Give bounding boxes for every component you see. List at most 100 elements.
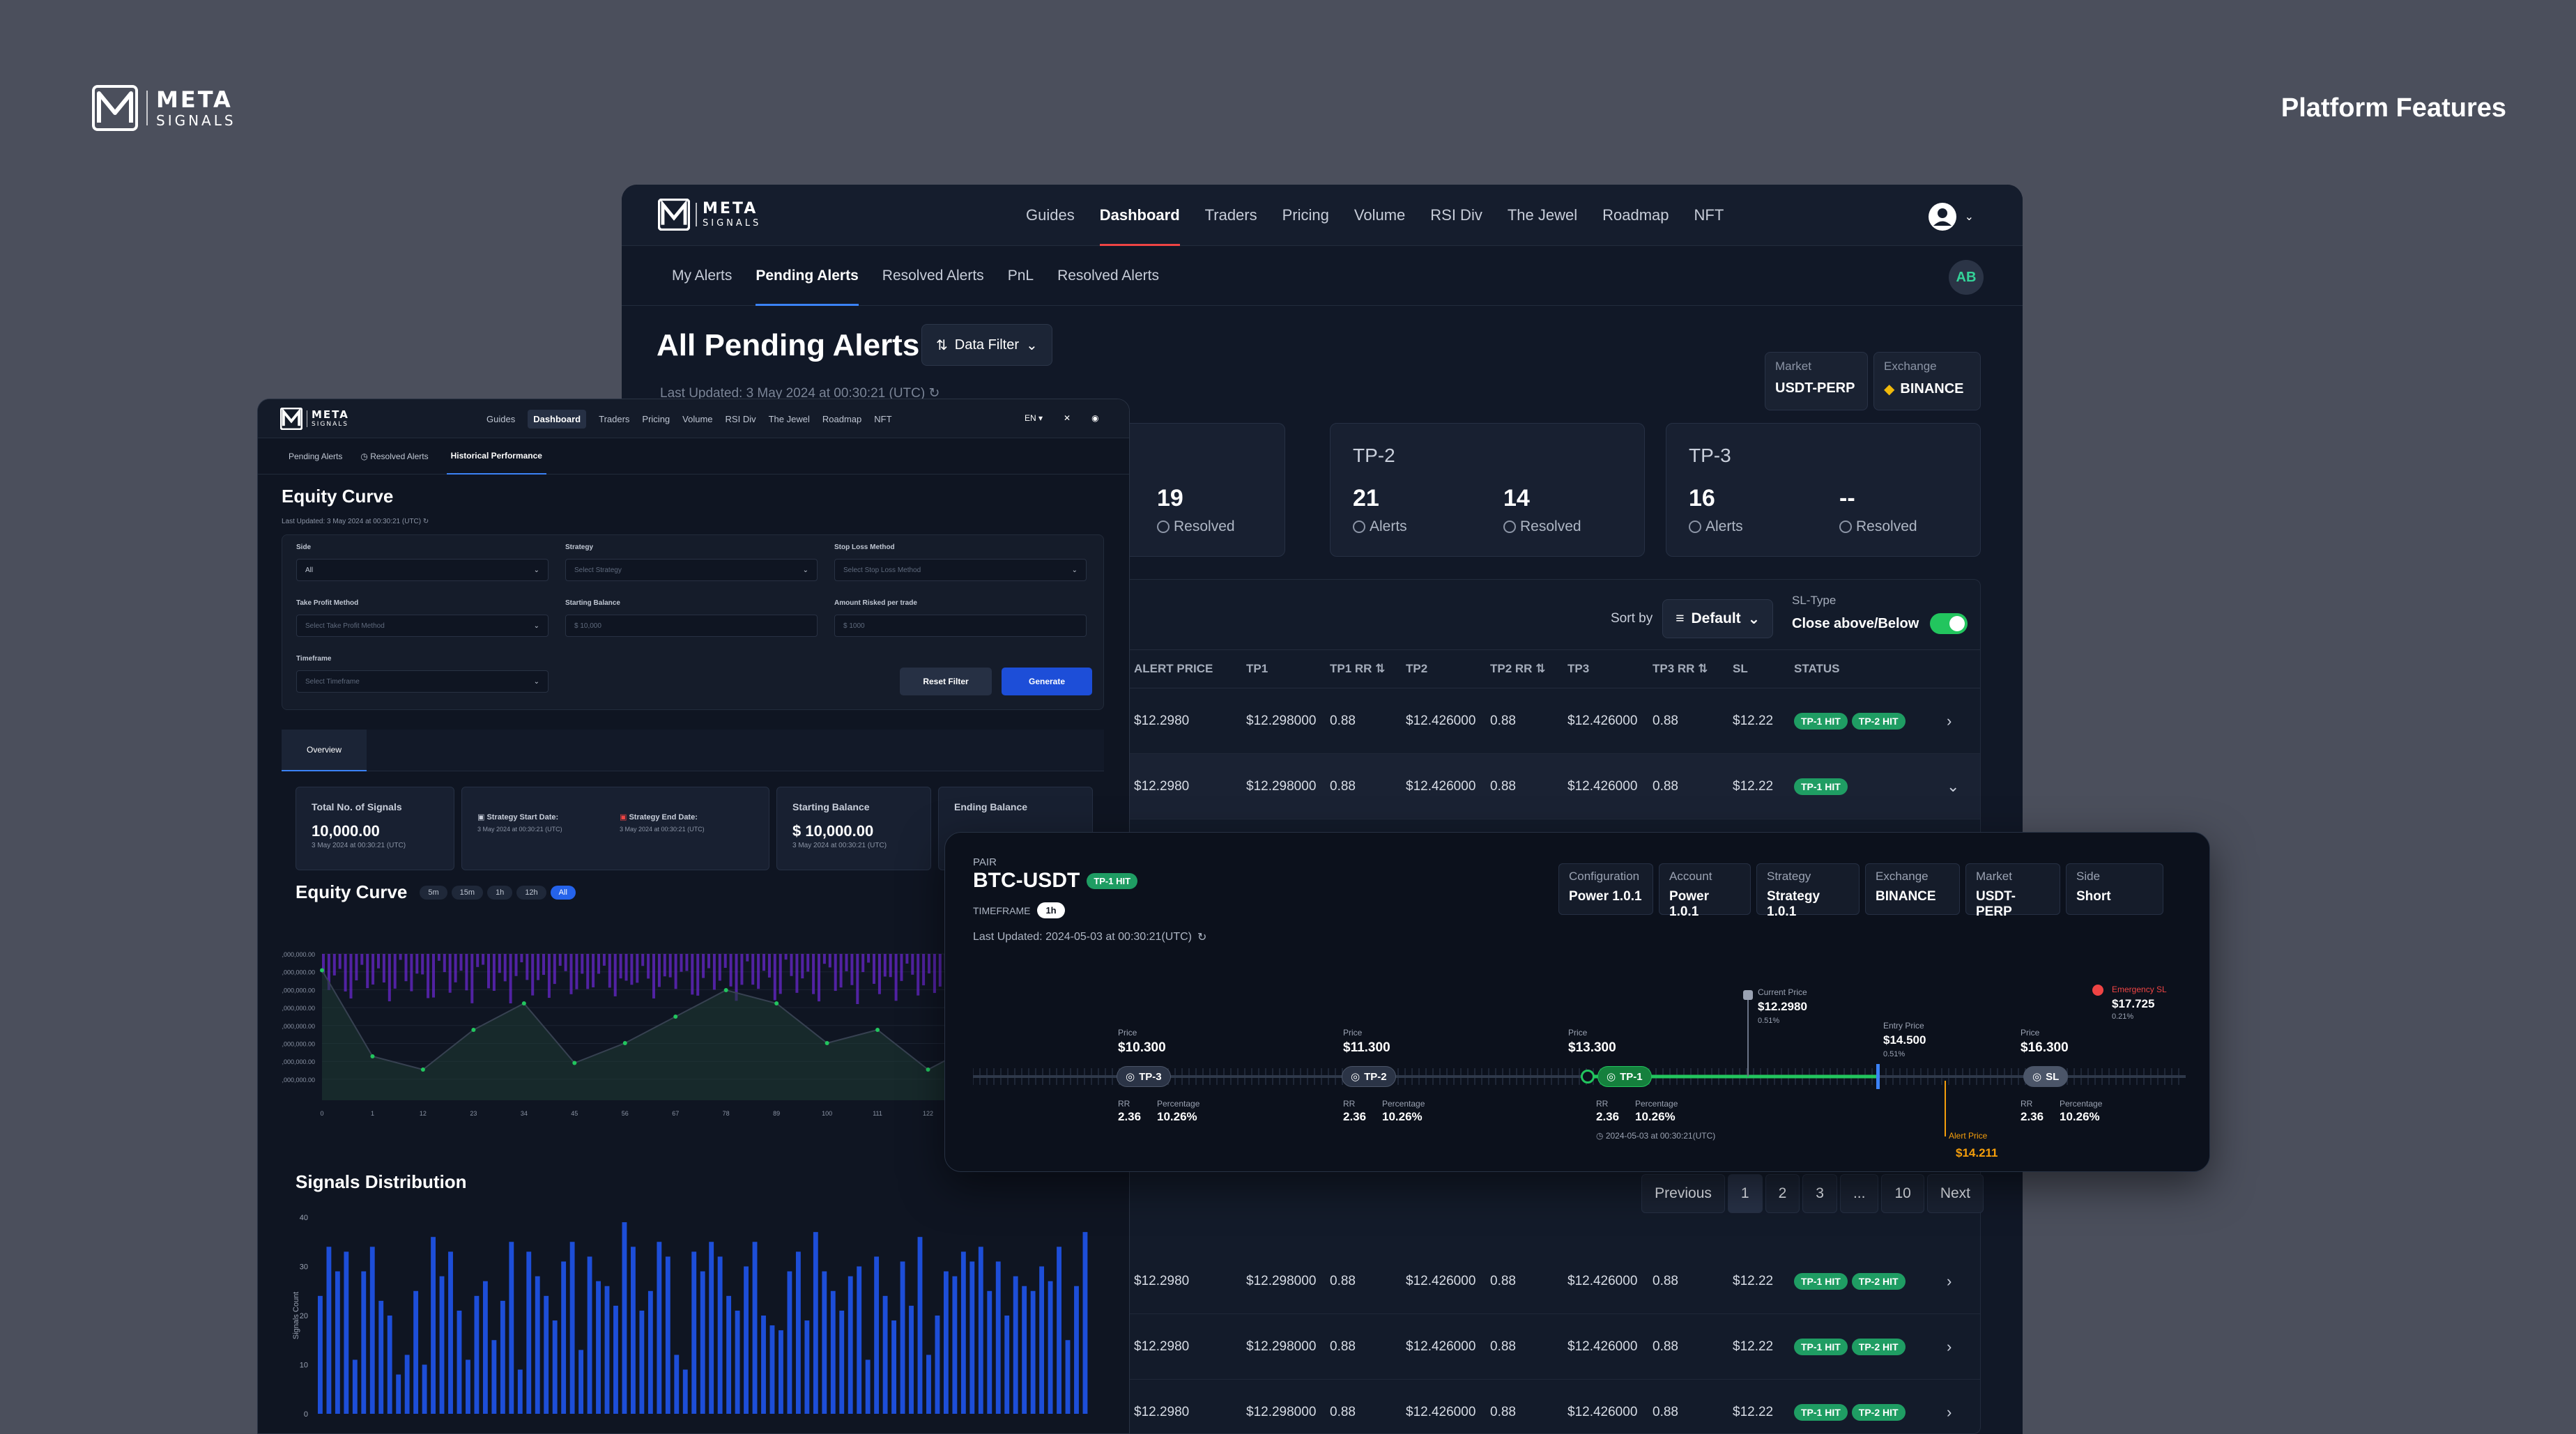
- tab-pending-alerts[interactable]: Pending Alerts: [289, 452, 342, 461]
- nav-volume[interactable]: Volume: [682, 414, 712, 424]
- sort-icon[interactable]: ⇅: [1375, 662, 1385, 676]
- nav-rsi-div[interactable]: RSI Div: [1430, 185, 1482, 246]
- tab-pnl[interactable]: PnL: [1008, 246, 1034, 306]
- timeframe-value: 1h: [1037, 902, 1065, 918]
- status-badge: TP-1 HIT: [1794, 1403, 1848, 1421]
- chip-all[interactable]: All: [550, 885, 576, 900]
- data-filter-button[interactable]: ⇅ Data Filter ⌄: [921, 324, 1052, 366]
- pager-page-3[interactable]: 3: [1802, 1174, 1837, 1213]
- discord-icon[interactable]: ◉: [1091, 413, 1098, 423]
- y-tick-label: 1,000,000.00: [282, 1058, 315, 1065]
- volume-bar: [779, 954, 782, 994]
- pager-page-10[interactable]: 10: [1881, 1174, 1924, 1213]
- strategy-select[interactable]: Select Strategy ⌄: [565, 559, 818, 581]
- bar: [795, 1251, 801, 1414]
- nav-guides[interactable]: Guides: [1026, 185, 1075, 246]
- nav-roadmap[interactable]: Roadmap: [1602, 185, 1669, 246]
- x-twitter-icon[interactable]: ✕: [1064, 413, 1071, 423]
- tab-resolved-alerts-2[interactable]: Resolved Alerts: [1057, 246, 1159, 306]
- timeframe-select[interactable]: Select Timeframe ⌄: [296, 670, 549, 693]
- volume-bar: [900, 954, 903, 981]
- user-menu[interactable]: ⌄: [1927, 201, 1974, 232]
- take-profit-method-select[interactable]: Select Take Profit Method ⌄: [296, 615, 549, 637]
- navbar-logo[interactable]: META SIGNALS: [658, 199, 761, 231]
- stop-loss-method-select[interactable]: Select Stop Loss Method ⌄: [834, 559, 1087, 581]
- tab-pending-alerts[interactable]: Pending Alerts: [756, 246, 859, 306]
- cell-tp3: $12.426000: [1567, 778, 1638, 794]
- col-sl[interactable]: SL: [1733, 650, 1748, 688]
- tp3-pill[interactable]: ◎ TP-3: [1117, 1066, 1171, 1087]
- nav-pricing[interactable]: Pricing: [642, 414, 670, 424]
- nav-roadmap[interactable]: Roadmap: [822, 414, 861, 424]
- refresh-icon[interactable]: ↻: [1197, 930, 1206, 944]
- sort-select[interactable]: ≡ Default ⌄: [1662, 599, 1774, 638]
- chevron-right-icon[interactable]: ›: [1947, 1380, 1952, 1434]
- col-status[interactable]: STATUS: [1794, 650, 1839, 688]
- reset-filter-button[interactable]: Reset Filter: [900, 668, 992, 695]
- nav-traders[interactable]: Traders: [1205, 185, 1257, 246]
- chevron-right-icon[interactable]: ›: [1947, 1249, 1952, 1313]
- refresh-icon[interactable]: ↻: [423, 518, 429, 525]
- tab-historical-performance[interactable]: Historical Performance: [446, 438, 546, 475]
- market-value: USDT-PERP: [1775, 380, 1855, 396]
- nav-nft[interactable]: NFT: [874, 414, 891, 424]
- volume-bar: [652, 954, 655, 999]
- amount-risked-input[interactable]: $ 1000: [834, 615, 1087, 637]
- chip-15m[interactable]: 15m: [451, 885, 484, 900]
- nav-volume[interactable]: Volume: [1354, 185, 1405, 246]
- tab-resolved-alerts[interactable]: ◷ Resolved Alerts: [360, 452, 428, 461]
- nav-pricing[interactable]: Pricing: [1282, 185, 1329, 246]
- col-tp1-rr[interactable]: TP1 RR: [1330, 662, 1372, 676]
- sl-type-toggle[interactable]: [1930, 613, 1968, 634]
- tp2-pill[interactable]: ◎ TP-2: [1342, 1066, 1396, 1087]
- nav-traders[interactable]: Traders: [599, 414, 629, 424]
- timeframe-label: TIMEFRAME: [973, 904, 1031, 916]
- volume-bar: [674, 954, 677, 989]
- volume-bar: [806, 954, 810, 972]
- tp1-resolved-label: Resolved: [1174, 518, 1235, 534]
- nav-the-jewel[interactable]: The Jewel: [769, 414, 810, 424]
- pager-page-1[interactable]: 1: [1727, 1174, 1763, 1213]
- tp1-pill[interactable]: ◎ TP-1: [1597, 1066, 1652, 1087]
- sort-icon[interactable]: ⇅: [1698, 662, 1708, 676]
- col-tp3-rr[interactable]: TP3 RR: [1653, 662, 1694, 676]
- chip-1h[interactable]: 1h: [487, 885, 513, 900]
- bar: [1048, 1281, 1053, 1414]
- tab-overview[interactable]: Overview: [282, 730, 367, 771]
- chevron-right-icon[interactable]: ›: [1947, 688, 1952, 753]
- col-tp3[interactable]: TP3: [1567, 650, 1589, 688]
- nav-rsi-div[interactable]: RSI Div: [726, 414, 756, 424]
- info-strategy: Strategy Strategy 1.0.1: [1756, 863, 1860, 919]
- tab-my-alerts[interactable]: My Alerts: [672, 246, 732, 306]
- col-alert-price[interactable]: ALERT PRICE: [1134, 650, 1213, 688]
- starting-balance-input[interactable]: $ 10,000: [565, 615, 818, 637]
- chip-12h[interactable]: 12h: [516, 885, 546, 900]
- chevron-right-icon[interactable]: ›: [1947, 1314, 1952, 1379]
- col-tp2-rr[interactable]: TP2 RR: [1490, 662, 1532, 676]
- generate-button[interactable]: Generate: [1002, 668, 1092, 695]
- stat-total-signals: Total No. of Signals 10,000.00 3 May 202…: [296, 787, 454, 870]
- col-tp2[interactable]: TP2: [1406, 650, 1427, 688]
- nav-dashboard[interactable]: Dashboard: [528, 409, 587, 429]
- bar: [622, 1222, 627, 1414]
- volume-bar: [784, 954, 788, 960]
- avatar[interactable]: AB: [1949, 260, 1984, 295]
- pager-previous[interactable]: Previous: [1641, 1174, 1725, 1213]
- nav-dashboard[interactable]: Dashboard: [1099, 185, 1180, 246]
- nav-guides[interactable]: Guides: [486, 414, 515, 424]
- pager-next[interactable]: Next: [1926, 1174, 1984, 1213]
- chip-5m[interactable]: 5m: [420, 885, 447, 900]
- bar: [482, 1281, 488, 1414]
- x-tick-label: 111: [873, 1110, 882, 1117]
- tab-resolved-alerts[interactable]: Resolved Alerts: [882, 246, 984, 306]
- col-tp1[interactable]: TP1: [1246, 650, 1268, 688]
- pager-page-2[interactable]: 2: [1765, 1174, 1800, 1213]
- nav-nft[interactable]: NFT: [1694, 185, 1724, 246]
- nav-the-jewel[interactable]: The Jewel: [1508, 185, 1577, 246]
- chevron-down-icon[interactable]: ⌄: [1947, 754, 1959, 819]
- equity-logo[interactable]: META SIGNALS: [280, 408, 349, 430]
- sl-pill[interactable]: ◎ SL: [2023, 1066, 2069, 1087]
- language-select[interactable]: EN ▾: [1025, 413, 1043, 423]
- sort-icon[interactable]: ⇅: [1535, 662, 1545, 676]
- side-select[interactable]: All ⌄: [296, 559, 549, 581]
